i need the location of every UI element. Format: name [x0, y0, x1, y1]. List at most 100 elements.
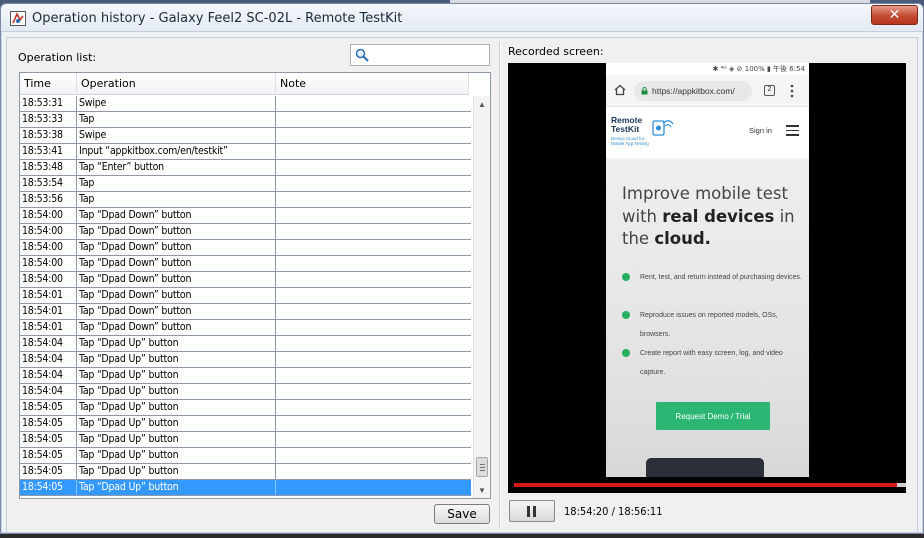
window-title: Operation history - Galaxy Feel2 SC-02L … — [32, 11, 403, 26]
operation-list-panel: Operation list: Time Operation Note 18:5… — [11, 42, 498, 528]
feature-bullets: Rent, test, and return instead of purcha… — [622, 268, 802, 382]
pause-icon — [527, 506, 537, 517]
hero-headline: Improve mobile test with real devices in… — [622, 183, 802, 251]
cell-note — [276, 416, 471, 431]
table-row[interactable]: 18:54:04 Tap “Dpad Up” button — [20, 336, 471, 352]
cell-operation: Tap “Enter” button — [77, 160, 276, 175]
table-row[interactable]: 18:54:05 Tap “Dpad Up” button — [20, 400, 471, 416]
cell-operation: Tap “Dpad Up” button — [77, 352, 276, 367]
table-row[interactable]: 18:54:05 Tap “Dpad Up” button — [20, 480, 471, 496]
phone-status-bar: ✱ ⁴ᴳ ◈ ⊘ 100% ▮ 午後 6:54 — [606, 63, 809, 75]
vertical-scrollbar[interactable]: ▲ ▼ — [473, 96, 490, 498]
cell-time: 18:54:05 — [20, 416, 77, 431]
cell-time: 18:53:54 — [20, 176, 77, 191]
cell-note — [276, 432, 471, 447]
cell-note — [276, 160, 471, 175]
table-row[interactable]: 18:53:31 Swipe — [20, 96, 471, 112]
save-button[interactable]: Save — [434, 504, 490, 524]
cell-time: 18:54:04 — [20, 384, 77, 399]
close-button[interactable]: ✕ — [871, 5, 918, 25]
column-header-note[interactable]: Note — [276, 73, 469, 95]
table-row[interactable]: 18:54:00 Tap “Dpad Down” button — [20, 256, 471, 272]
table-row[interactable]: 18:53:41 Input “appkitbox.com/en/testkit” — [20, 144, 471, 160]
scroll-down-arrow-icon[interactable]: ▼ — [474, 482, 490, 498]
column-header-operation[interactable]: Operation — [77, 73, 276, 95]
table-row[interactable]: 18:54:00 Tap “Dpad Down” button — [20, 272, 471, 288]
table-row[interactable]: 18:54:04 Tap “Dpad Up” button — [20, 352, 471, 368]
cell-time: 18:53:31 — [20, 96, 77, 111]
cell-note — [276, 304, 471, 319]
search-icon — [355, 48, 369, 62]
cell-time: 18:54:00 — [20, 256, 77, 271]
table-row[interactable]: 18:54:05 Tap “Dpad Up” button — [20, 416, 471, 432]
scroll-up-arrow-icon[interactable]: ▲ — [474, 96, 490, 112]
table-row[interactable]: 18:53:33 Tap — [20, 112, 471, 128]
table-row[interactable]: 18:53:54 Tap — [20, 176, 471, 192]
url-field: https://appkitbox.com/ — [634, 81, 752, 101]
playback-progress-bar[interactable] — [514, 483, 906, 487]
table-header: Time Operation Note — [20, 73, 469, 95]
check-circle-icon — [622, 349, 630, 357]
scrollbar-thumb[interactable] — [476, 457, 488, 477]
feature-bullet-text: Rent, test, and return instead of purcha… — [640, 274, 802, 281]
url-text: https://appkitbox.com/ — [652, 86, 735, 96]
window-client-area: Operation list: Time Operation Note 18:5… — [6, 37, 918, 533]
check-circle-icon — [622, 273, 630, 281]
cell-time: 18:53:38 — [20, 128, 77, 143]
table-row[interactable]: 18:54:01 Tap “Dpad Down” button — [20, 288, 471, 304]
table-row[interactable]: 18:53:38 Swipe — [20, 128, 471, 144]
table-row[interactable]: 18:54:00 Tap “Dpad Down” button — [20, 240, 471, 256]
recorded-screen-viewer: ✱ ⁴ᴳ ◈ ⊘ 100% ▮ 午後 6:54 https://appkitbo… — [508, 63, 906, 493]
cell-operation: Tap “Dpad Down” button — [77, 224, 276, 239]
cell-time: 18:54:05 — [20, 400, 77, 415]
table-row[interactable]: 18:54:05 Tap “Dpad Up” button — [20, 448, 471, 464]
hero-section: Improve mobile test with real devices in… — [606, 158, 809, 477]
phone-screen: ✱ ⁴ᴳ ◈ ⊘ 100% ▮ 午後 6:54 https://appkitbo… — [606, 63, 809, 477]
search-box[interactable] — [350, 44, 490, 66]
title-bar[interactable]: Operation history - Galaxy Feel2 SC-02L … — [1, 4, 923, 32]
column-header-time[interactable]: Time — [20, 73, 77, 95]
operation-list-label: Operation list: — [18, 51, 97, 64]
search-input[interactable] — [373, 47, 486, 63]
cell-time: 18:53:33 — [20, 112, 77, 127]
cell-operation: Tap “Dpad Up” button — [77, 368, 276, 383]
device-illustration — [646, 458, 764, 477]
cell-time: 18:54:05 — [20, 448, 77, 463]
cell-note — [276, 240, 471, 255]
table-row[interactable]: 18:54:00 Tap “Dpad Down” button — [20, 224, 471, 240]
table-row[interactable]: 18:54:05 Tap “Dpad Up” button — [20, 464, 471, 480]
cell-operation: Tap — [77, 112, 276, 127]
cell-time: 18:54:01 — [20, 288, 77, 303]
cell-note — [276, 352, 471, 367]
cell-note — [276, 368, 471, 383]
cell-note — [276, 112, 471, 127]
check-circle-icon — [622, 311, 630, 319]
feature-bullet: Rent, test, and return instead of purcha… — [622, 268, 802, 306]
cell-operation: Tap “Dpad Up” button — [77, 448, 276, 463]
table-row[interactable]: 18:54:00 Tap “Dpad Down” button — [20, 208, 471, 224]
cell-operation: Tap — [77, 176, 276, 191]
cell-note — [276, 128, 471, 143]
more-menu-icon — [790, 84, 794, 98]
pause-button[interactable] — [509, 500, 555, 522]
table-row[interactable]: 18:54:05 Tap “Dpad Up” button — [20, 432, 471, 448]
cell-operation: Tap “Dpad Up” button — [77, 432, 276, 447]
feature-bullet-text: Reproduce issues on reported models, OSs… — [640, 312, 778, 338]
cell-time: 18:54:04 — [20, 352, 77, 367]
table-row[interactable]: 18:54:04 Tap “Dpad Up” button — [20, 384, 471, 400]
table-row[interactable]: 18:53:56 Tap — [20, 192, 471, 208]
remote-testkit-logo: Remote TestKit Device Cloud for Mobile A… — [611, 116, 681, 152]
cell-operation: Tap “Dpad Down” button — [77, 288, 276, 303]
cell-note — [276, 320, 471, 335]
table-row[interactable]: 18:53:48 Tap “Enter” button — [20, 160, 471, 176]
table-row[interactable]: 18:54:01 Tap “Dpad Down” button — [20, 304, 471, 320]
operation-table[interactable]: Time Operation Note 18:53:31 Swipe 18:53:3… — [19, 72, 491, 499]
table-row[interactable]: 18:54:01 Tap “Dpad Down” button — [20, 320, 471, 336]
request-demo-button: Request Demo / Trial — [656, 402, 770, 430]
cell-note — [276, 192, 471, 207]
cell-operation: Tap “Dpad Down” button — [77, 320, 276, 335]
cell-note — [276, 272, 471, 287]
cell-time: 18:54:05 — [20, 432, 77, 447]
panel-splitter[interactable] — [499, 42, 501, 528]
table-row[interactable]: 18:54:04 Tap “Dpad Up” button — [20, 368, 471, 384]
